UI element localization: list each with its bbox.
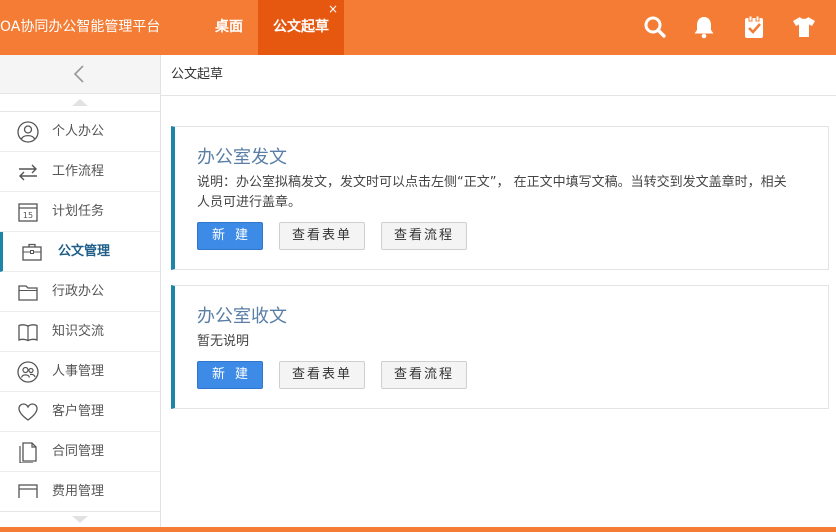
sidebar-item-hr[interactable]: 人事管理 (0, 352, 160, 392)
card-title: 办公室收文 (197, 306, 287, 327)
sidebar-item-expenses[interactable]: 费用管理 (0, 472, 160, 498)
bell-icon[interactable] (691, 14, 717, 40)
sidebar-item-label: 客户管理 (52, 404, 105, 419)
person-icon (17, 121, 39, 143)
tab-desktop[interactable]: 桌面 (200, 0, 258, 55)
sidebar-item-label: 知识交流 (52, 324, 105, 339)
sidebar-item-label: 计划任务 (52, 204, 105, 219)
document-icon (19, 442, 37, 463)
briefcase-icon (22, 243, 42, 261)
sidebar-menu: 个人办公 工作流程 15 计划任务 公文管理 行政办公 知识交流 人事管理 客户… (0, 111, 160, 498)
sidebar-scroll-down[interactable] (0, 511, 160, 528)
sidebar-item-knowledge[interactable]: 知识交流 (0, 312, 160, 352)
bottom-bar (0, 527, 836, 532)
sidebar-item-contracts[interactable]: 合同管理 (0, 432, 160, 472)
money-icon (18, 484, 38, 498)
process-card: 办公室发文 说明：办公室拟稿发文，发文时可以点击左侧“正文”， 在正文中填写文稿… (171, 126, 829, 270)
tab-document-draft[interactable]: 公文起草 × (258, 0, 344, 55)
calendar-icon: 15 (18, 203, 38, 222)
sidebar-collapse-button[interactable] (0, 55, 160, 94)
sidebar-item-admin-office[interactable]: 行政办公 (0, 272, 160, 312)
sidebar-item-document-management[interactable]: 公文管理 (0, 232, 160, 272)
sidebar-item-label: 个人办公 (52, 124, 105, 139)
tab-label: 桌面 (215, 19, 243, 35)
sidebar-item-label: 人事管理 (52, 364, 105, 379)
caret-up-icon (72, 99, 88, 106)
people-icon (17, 361, 39, 383)
sidebar: 个人办公 工作流程 15 计划任务 公文管理 行政办公 知识交流 人事管理 客户… (0, 55, 161, 528)
tab-label: 公文起草 (273, 19, 329, 35)
sidebar-item-label: 工作流程 (52, 164, 105, 179)
sidebar-scroll-up[interactable] (0, 94, 160, 110)
chevron-left-icon (73, 65, 84, 83)
new-button[interactable]: 新建 (197, 361, 263, 389)
clipboard-check-icon[interactable] (741, 14, 767, 40)
search-icon[interactable] (642, 14, 668, 40)
sidebar-item-workflow[interactable]: 工作流程 (0, 152, 160, 192)
breadcrumb: 公文起草 (161, 55, 836, 96)
top-header: OA协同办公智能管理平台 桌面 公文起草 × (0, 0, 836, 55)
sidebar-item-label: 行政办公 (52, 284, 105, 299)
card-title: 办公室发文 (197, 147, 287, 168)
folder-icon (18, 285, 38, 301)
sidebar-item-label: 公文管理 (58, 244, 111, 259)
caret-down-icon (72, 516, 88, 523)
swap-arrows-icon (19, 164, 37, 181)
sidebar-item-plan-tasks[interactable]: 15 计划任务 (0, 192, 160, 232)
card-description: 说明：办公室拟稿发文，发文时可以点击左侧“正文”， 在正文中填写文稿。当转交到发… (197, 175, 787, 210)
sidebar-item-label: 合同管理 (52, 444, 105, 459)
calendar-day-text: 15 (23, 211, 33, 220)
view-form-button[interactable]: 查看表单 (279, 222, 365, 250)
breadcrumb-current: 公文起草 (171, 67, 224, 82)
process-card: 办公室收文 暂无说明 新建 查看表单 查看流程 (171, 285, 829, 409)
heart-icon (18, 403, 38, 421)
view-form-button[interactable]: 查看表单 (279, 361, 365, 389)
book-icon (18, 324, 38, 342)
view-flow-button[interactable]: 查看流程 (381, 361, 467, 389)
tshirt-icon[interactable] (791, 14, 817, 40)
new-button[interactable]: 新建 (197, 222, 263, 250)
sidebar-item-label: 费用管理 (52, 484, 105, 498)
card-description: 暂无说明 (197, 334, 250, 349)
sidebar-item-customers[interactable]: 客户管理 (0, 392, 160, 432)
sidebar-item-personal-office[interactable]: 个人办公 (0, 112, 160, 152)
app-title: OA协同办公智能管理平台 (0, 19, 161, 35)
tab-close-icon[interactable]: × (328, 3, 338, 15)
view-flow-button[interactable]: 查看流程 (381, 222, 467, 250)
